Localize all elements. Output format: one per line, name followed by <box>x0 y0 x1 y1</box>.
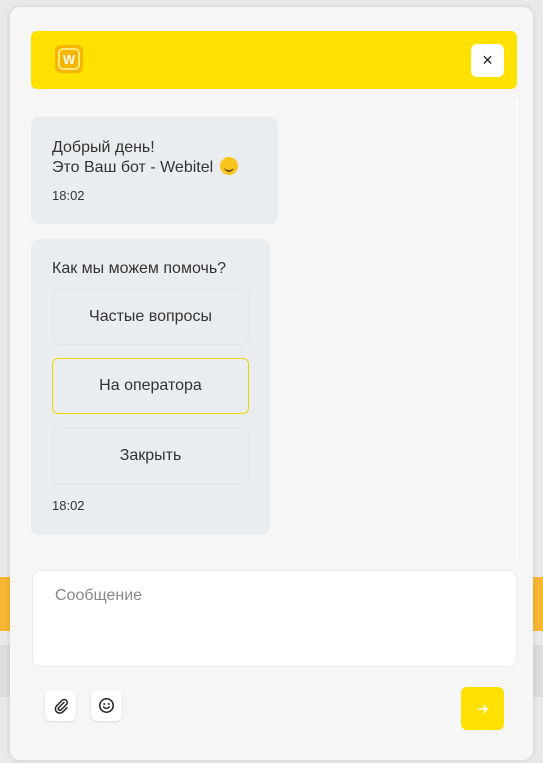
message-line: Это Ваш бот - Webitel <box>52 157 238 177</box>
bot-message-menu: Как мы можем помочь? Частые вопросы На о… <box>31 239 270 535</box>
message-text: Как мы можем помочь? <box>52 260 227 277</box>
message-text: Добрый день! Это Ваш бот - Webitel <box>52 138 238 177</box>
chat-widget: W × Добрый день! Это Ваш бот - Webitel 1… <box>10 7 533 760</box>
attach-button[interactable] <box>45 690 76 721</box>
message-time: 18:02 <box>52 188 85 203</box>
smiley-icon <box>98 697 115 714</box>
message-line: Добрый день! <box>52 139 155 156</box>
close-icon: × <box>482 50 493 70</box>
arrow-right-icon <box>477 704 488 713</box>
send-button[interactable] <box>461 687 504 730</box>
emoji-button[interactable] <box>91 690 122 721</box>
option-button-faq[interactable]: Частые вопросы <box>52 289 249 345</box>
paperclip-icon <box>54 698 68 714</box>
message-input-box <box>32 570 517 667</box>
message-input[interactable] <box>33 571 516 666</box>
message-time: 18:02 <box>52 498 85 513</box>
option-button-operator[interactable]: На оператора <box>52 358 249 414</box>
chat-header: W × <box>31 31 517 89</box>
bot-message-greeting: Добрый день! Это Ваш бот - Webitel 18:02 <box>31 117 278 224</box>
scrollbar[interactable] <box>516 99 518 559</box>
logo-letter: W <box>58 48 80 70</box>
option-button-close[interactable]: Закрыть <box>52 428 249 484</box>
webitel-logo: W <box>55 45 83 73</box>
hugging-face-emoji-icon <box>219 157 238 175</box>
close-button[interactable]: × <box>471 44 504 77</box>
